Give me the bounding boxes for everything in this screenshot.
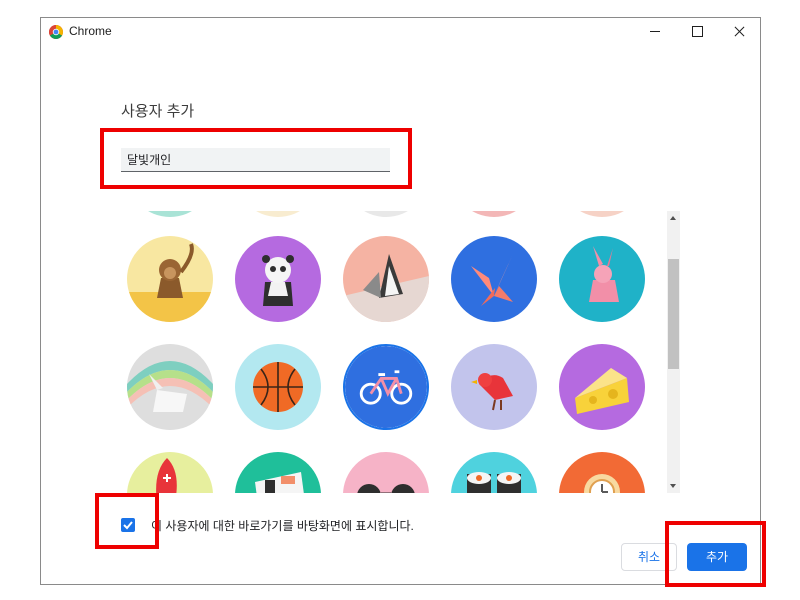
desktop-shortcut-label: 이 사용자에 대한 바로가기를 바탕화면에 표시합니다. [151, 519, 414, 533]
avatar-panda[interactable] [235, 236, 321, 322]
avatar-football[interactable] [127, 452, 213, 493]
close-button[interactable] [718, 18, 760, 46]
cheese-icon [559, 344, 645, 430]
window-title: Chrome [69, 24, 112, 38]
avatar-basketball[interactable] [235, 344, 321, 430]
clock-icon [559, 452, 645, 493]
scroll-up-arrow-icon[interactable] [667, 211, 680, 224]
avatar-row0-5[interactable] [559, 211, 645, 217]
scrollbar-thumb[interactable] [668, 259, 679, 369]
bicycle-icon [345, 346, 427, 428]
chrome-logo-icon [49, 25, 63, 39]
avatar-bicycle[interactable] [343, 344, 429, 430]
sushi-roll-icon [451, 452, 537, 493]
avatar-scrollbar[interactable] [667, 211, 680, 493]
highlight-add-button [665, 521, 766, 587]
monkey-icon [127, 236, 213, 322]
avatar-row0-3[interactable] [343, 211, 429, 217]
avatar-sushi-plate[interactable] [235, 452, 321, 493]
penguin-icon [343, 236, 429, 322]
avatar-unicorn[interactable] [127, 344, 213, 430]
avatar-sunglasses[interactable] [343, 452, 429, 493]
panda-icon [235, 236, 321, 322]
avatar-grid [121, 211, 681, 493]
avatar-row0-4[interactable] [451, 211, 537, 217]
highlight-checkbox [95, 493, 159, 549]
dialog-title: 사용자 추가 [121, 103, 195, 120]
basketball-icon [235, 344, 321, 430]
scroll-down-arrow-icon[interactable] [667, 480, 680, 493]
avatar-penguin[interactable] [343, 236, 429, 322]
avatar-rabbit[interactable] [559, 236, 645, 322]
avatar-sushi-roll[interactable] [451, 452, 537, 493]
avatar-clock[interactable] [559, 452, 645, 493]
football-icon [127, 452, 213, 493]
sushi-plate-icon [235, 452, 321, 493]
minimize-button[interactable] [634, 18, 676, 46]
avatar-row0-2[interactable] [235, 211, 321, 217]
avatar-bird[interactable] [451, 344, 537, 430]
title-bar: Chrome [41, 18, 760, 46]
butterfly-icon [451, 236, 537, 322]
avatar-cheese[interactable] [559, 344, 645, 430]
maximize-button[interactable] [676, 18, 718, 46]
avatar-monkey[interactable] [127, 236, 213, 322]
bird-icon [451, 344, 537, 430]
avatar-butterfly[interactable] [451, 236, 537, 322]
highlight-name-input [100, 128, 412, 189]
rabbit-icon [559, 236, 645, 322]
sunglasses-icon [343, 452, 429, 493]
unicorn-icon [127, 344, 213, 430]
avatar-row0-1[interactable] [127, 211, 213, 217]
